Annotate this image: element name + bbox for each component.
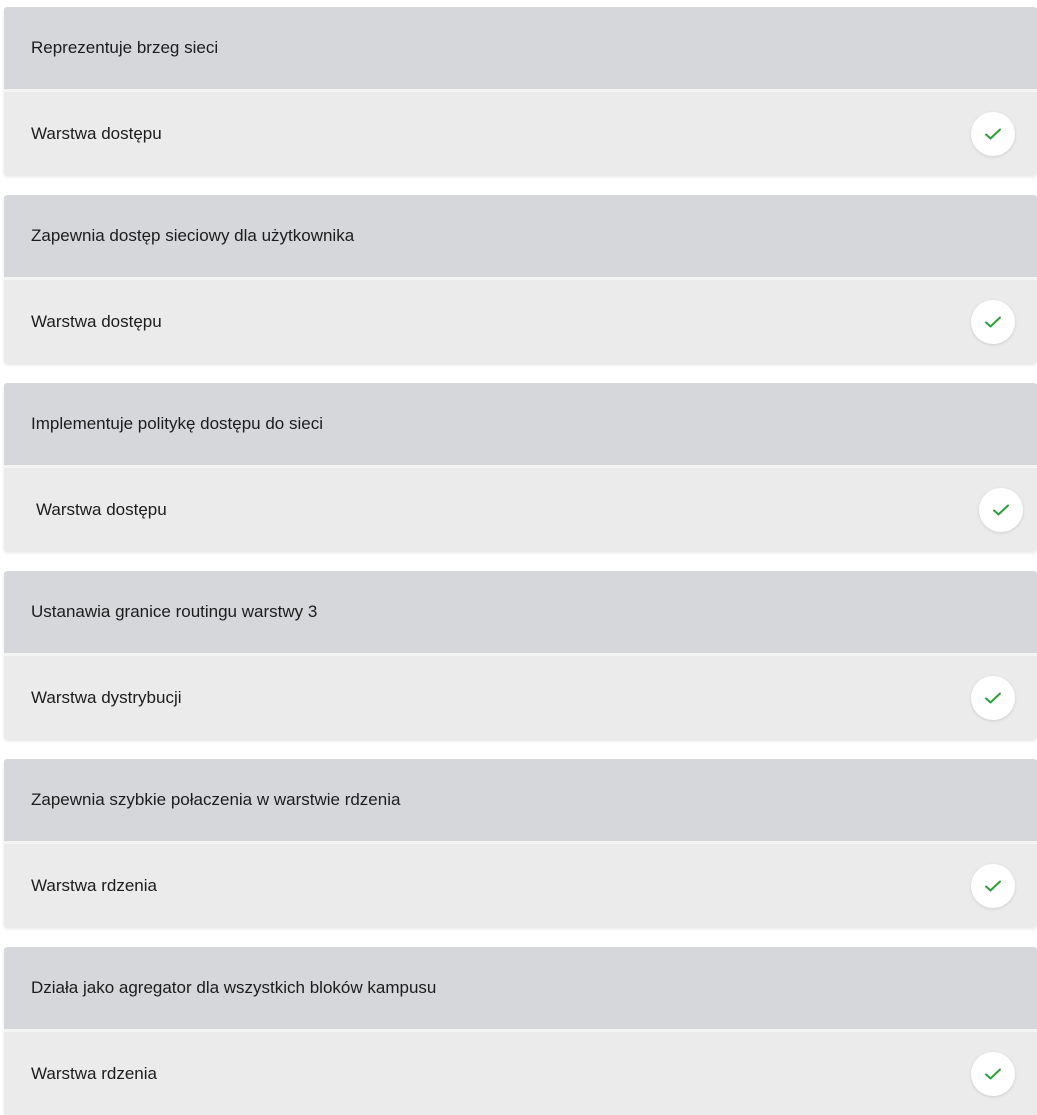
- check-icon: [971, 863, 1015, 908]
- check-icon: [971, 111, 1015, 156]
- match-prompt: Zapewnia szybkie połaczenia w warstwie r…: [4, 759, 1037, 841]
- match-answer: Warstwa dostępu: [36, 499, 167, 519]
- check-icon: [971, 1051, 1015, 1096]
- match-prompt: Zapewnia dostęp sieciowy dla użytkownika: [4, 195, 1037, 277]
- match-answer: Warstwa rdzenia: [31, 875, 157, 895]
- match-prompt: Implementuje politykę dostępu do sieci: [4, 383, 1037, 465]
- match-prompt: Ustanawia granice routingu warstwy 3: [4, 571, 1037, 653]
- match-item: Reprezentuje brzeg sieci Warstwa dostępu: [4, 7, 1037, 175]
- match-item: Implementuje politykę dostępu do sieci W…: [4, 383, 1037, 551]
- match-answer: Warstwa dystrybucji: [31, 687, 182, 707]
- match-item: Zapewnia szybkie połaczenia w warstwie r…: [4, 759, 1037, 927]
- match-answer-row[interactable]: Warstwa rdzenia: [4, 844, 1037, 927]
- match-item: Działa jako agregator dla wszystkich blo…: [4, 947, 1037, 1115]
- match-item: Zapewnia dostęp sieciowy dla użytkownika…: [4, 195, 1037, 363]
- match-answer-row[interactable]: Warstwa rdzenia: [4, 1032, 1037, 1115]
- match-answer-row[interactable]: Warstwa dostępu: [4, 92, 1037, 175]
- check-icon: [979, 487, 1023, 532]
- match-answer: Warstwa dostępu: [31, 123, 162, 143]
- check-icon: [971, 299, 1015, 344]
- match-answer: Warstwa dostępu: [31, 311, 162, 331]
- match-answer-row[interactable]: Warstwa dostępu: [4, 280, 1037, 363]
- match-prompt: Reprezentuje brzeg sieci: [4, 7, 1037, 89]
- matching-results-list: Reprezentuje brzeg sieci Warstwa dostępu…: [4, 7, 1037, 1115]
- match-prompt: Działa jako agregator dla wszystkich blo…: [4, 947, 1037, 1029]
- match-answer-row[interactable]: Warstwa dostępu: [4, 468, 1037, 551]
- match-answer-row[interactable]: Warstwa dystrybucji: [4, 656, 1037, 739]
- match-item: Ustanawia granice routingu warstwy 3 War…: [4, 571, 1037, 739]
- match-answer: Warstwa rdzenia: [31, 1063, 157, 1083]
- check-icon: [971, 675, 1015, 720]
